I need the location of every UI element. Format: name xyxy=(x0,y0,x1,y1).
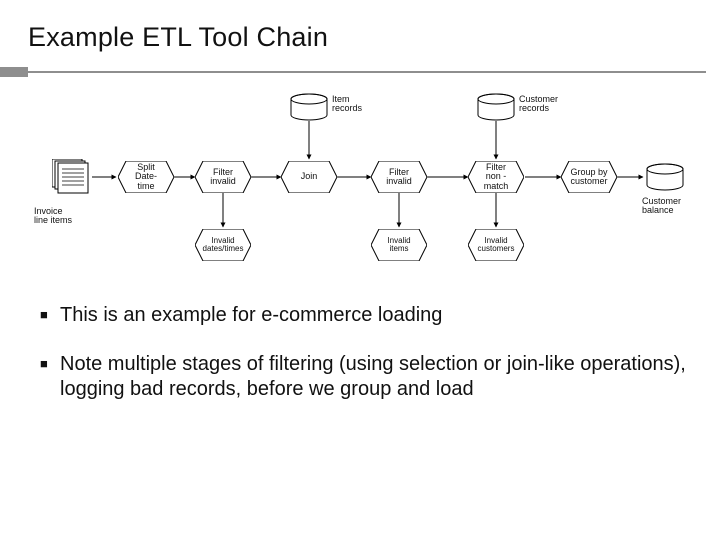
customer-records-label: Customer records xyxy=(519,95,558,114)
customer-balance-label: Customer balance xyxy=(642,197,702,216)
bullet-item: This is an example for e-commerce loadin… xyxy=(40,303,692,328)
invoice-line-items-label: Invoice line items xyxy=(34,207,94,226)
stage-label: Split Date- time xyxy=(118,161,174,193)
stage-join: Join xyxy=(281,161,337,193)
stage-split-datetime: Split Date- time xyxy=(118,161,174,193)
stage-label: Group by customer xyxy=(561,161,617,193)
title-rule xyxy=(0,67,720,81)
etl-diagram: Item records Customer records Invoice li… xyxy=(0,81,720,291)
item-records-label: Item records xyxy=(332,95,362,114)
log-invalid-items: Invalid items xyxy=(371,229,427,261)
stage-label: Filter invalid xyxy=(195,161,251,193)
stage-filter-invalid-2: Filter invalid xyxy=(371,161,427,193)
bullet-list: This is an example for e-commerce loadin… xyxy=(0,291,720,402)
stage-label: Filter non - match xyxy=(468,161,524,193)
log-label: Invalid items xyxy=(371,229,427,261)
database-icon xyxy=(289,93,329,123)
log-label: Invalid customers xyxy=(468,229,524,261)
stage-filter-non-match: Filter non - match xyxy=(468,161,524,193)
slide-title: Example ETL Tool Chain xyxy=(0,0,720,63)
database-icon xyxy=(476,93,516,123)
database-icon xyxy=(645,163,685,193)
log-label: Invalid dates/times xyxy=(195,229,251,261)
stage-group-by-customer: Group by customer xyxy=(561,161,617,193)
log-invalid-customers: Invalid customers xyxy=(468,229,524,261)
stage-label: Filter invalid xyxy=(371,161,427,193)
document-icon xyxy=(52,159,92,195)
log-invalid-dates: Invalid dates/times xyxy=(195,229,251,261)
bullet-item: Note multiple stages of filtering (using… xyxy=(40,352,692,402)
stage-filter-invalid-1: Filter invalid xyxy=(195,161,251,193)
stage-label: Join xyxy=(281,161,337,193)
